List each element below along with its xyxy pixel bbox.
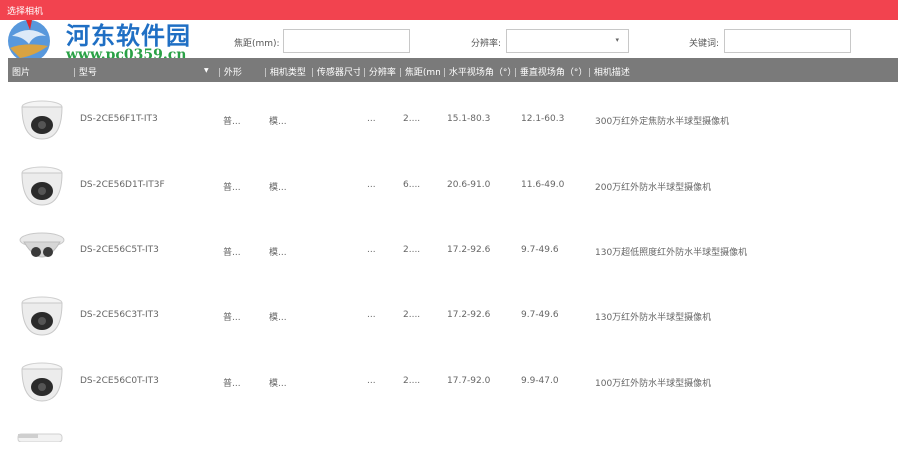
keyword-label: 关键词: — [689, 39, 720, 49]
cell-description: 130万红外防水半球型摄像机 — [595, 313, 712, 323]
cell-shape: 普... — [223, 117, 241, 127]
table-row[interactable]: DS-2CE56C3T-IT3 普... 模...... 2.... 17.2-92.6… — [8, 281, 898, 347]
cell-model: DS-2CE56C3T-IT3 — [80, 310, 159, 320]
camera-thumbnail — [18, 359, 66, 403]
cell-resolution: ... — [367, 180, 376, 190]
partial-row-image — [16, 432, 64, 442]
column-header-sensor-size[interactable]: | 传感器尺寸 — [308, 65, 360, 78]
cell-camera-type: 模... — [269, 379, 287, 389]
cell-resolution: ... — [367, 376, 376, 386]
cell-camera-type: 模... — [269, 248, 287, 258]
cell-model: DS-2CE56F1T-IT3 — [80, 114, 158, 124]
camera-thumbnail — [18, 97, 66, 141]
cell-shape: 普... — [223, 183, 241, 193]
column-header-vertical-fov[interactable]: | 垂直视场角（°） — [511, 65, 590, 78]
watermark-site-name: 河东软件园 — [66, 21, 191, 50]
column-header-resolution[interactable]: | 分辨率 — [360, 65, 396, 78]
cell-model: DS-2CE56C5T-IT3 — [80, 245, 159, 255]
keyword-input[interactable] — [724, 29, 851, 53]
cell-resolution: ... — [367, 114, 376, 124]
cell-description: 300万红外定焦防水半球型摄像机 — [595, 117, 730, 127]
chevron-down-icon: ▾ — [615, 36, 619, 44]
sort-down-icon: ▼ — [204, 67, 209, 74]
dome-camera-icon — [21, 296, 63, 336]
cell-shape: 普... — [223, 379, 241, 389]
cell-vertical-fov: 9.7-49.6 — [521, 310, 559, 320]
cell-vertical-fov: 9.7-49.6 — [521, 245, 559, 255]
cell-resolution: ... — [367, 310, 376, 320]
camera-thumbnail — [18, 163, 66, 207]
cell-resolution: ... — [367, 245, 376, 255]
cell-camera-type: 模... — [269, 183, 287, 193]
dome-camera-icon — [21, 166, 63, 206]
camera-thumbnail — [18, 228, 66, 272]
focal-length-input[interactable] — [283, 29, 410, 53]
dome-camera-icon — [21, 100, 63, 140]
resolution-dropdown[interactable]: ▾ — [506, 29, 629, 53]
column-header-shape[interactable]: | 外形 — [215, 65, 260, 78]
cell-description: 200万红外防水半球型摄像机 — [595, 183, 712, 193]
cell-horizontal-fov: 17.2-92.6 — [447, 310, 491, 320]
cell-model: DS-2CE56D1T-IT3F — [80, 180, 165, 190]
column-header-camera-type[interactable]: | 相机类型 — [261, 65, 307, 78]
cell-focal-length: 2.... — [403, 376, 421, 386]
table-header: 图片 | 型号 ▼ | 外形 | 相机类型 | 传感器尺寸 | 分辨率 | 焦距(… — [8, 58, 898, 82]
cell-camera-type: 模... — [269, 117, 287, 127]
table-row[interactable]: DS-2CE56C5T-IT3 普... 模...... 2.... 17.2-92.6… — [8, 216, 898, 282]
column-header-image[interactable]: 图片 — [12, 65, 68, 78]
cell-focal-length: 6.... — [403, 180, 421, 190]
cell-horizontal-fov: 15.1-80.3 — [447, 114, 491, 124]
table-row[interactable]: DS-2CE56C0T-IT3 普... 模...... 2.... 17.7-92.0… — [8, 347, 898, 413]
cell-vertical-fov: 12.1-60.3 — [521, 114, 565, 124]
cell-horizontal-fov: 17.2-92.6 — [447, 245, 491, 255]
table-row[interactable]: DS-2CE56D1T-IT3F 普... 模...... 6.... 20.6-91.… — [8, 151, 898, 217]
cell-shape: 普... — [223, 313, 241, 323]
cell-shape: 普... — [223, 248, 241, 258]
cell-focal-length: 2.... — [403, 245, 421, 255]
cell-horizontal-fov: 17.7-92.0 — [447, 376, 491, 386]
cell-model: DS-2CE56C0T-IT3 — [80, 376, 159, 386]
column-header-focal-length[interactable]: | 焦距(mm — [396, 65, 440, 78]
cell-vertical-fov: 11.6-49.0 — [521, 180, 565, 190]
cell-description: 100万红外防水半球型摄像机 — [595, 379, 712, 389]
dome-camera-icon — [19, 232, 65, 258]
camera-thumbnail — [18, 293, 66, 337]
cell-description: 130万超低照度红外防水半球型摄像机 — [595, 248, 748, 258]
cell-focal-length: 2.... — [403, 114, 421, 124]
dome-camera-icon — [17, 433, 63, 442]
resolution-label: 分辨率: — [471, 39, 502, 49]
cell-focal-length: 2.... — [403, 310, 421, 320]
table-row[interactable]: DS-2CE56F1T-IT3 普... 模...... 2.... 15.1-80.3… — [8, 85, 898, 151]
column-header-description[interactable]: | 相机描述 — [585, 65, 665, 78]
cell-camera-type: 模... — [269, 313, 287, 323]
cell-vertical-fov: 9.9-47.0 — [521, 376, 559, 386]
column-header-horizontal-fov[interactable]: | 水平视场角（°） — [440, 65, 516, 78]
cell-horizontal-fov: 20.6-91.0 — [447, 180, 491, 190]
dome-camera-icon — [21, 362, 63, 402]
focal-length-label: 焦距(mm): — [234, 39, 280, 49]
column-header-model[interactable]: | 型号 ▼ — [70, 65, 214, 78]
